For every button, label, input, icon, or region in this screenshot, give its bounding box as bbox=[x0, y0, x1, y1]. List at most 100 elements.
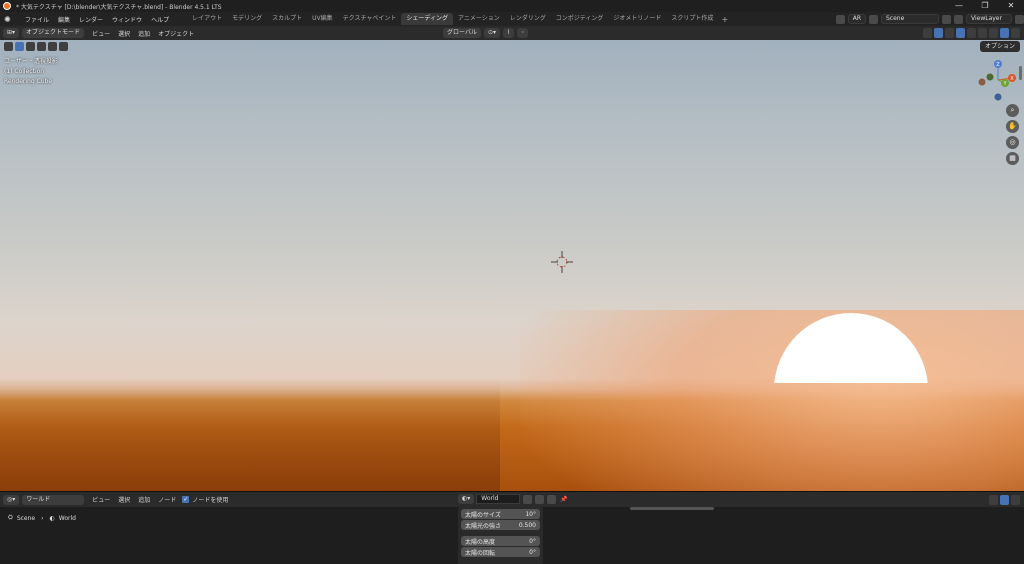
shader-editor-type-icon[interactable]: ◎▾ bbox=[3, 494, 20, 505]
viewport-menu-select[interactable]: 選択 bbox=[118, 29, 130, 38]
shader-type-selector[interactable]: ワールド bbox=[22, 494, 85, 505]
grid-icon[interactable]: ▦ bbox=[1006, 152, 1019, 165]
use-nodes-label: ノードを使用 bbox=[192, 497, 229, 504]
overlay-icon[interactable] bbox=[945, 28, 954, 38]
editor-type-icon[interactable]: ⊞▾ bbox=[3, 28, 20, 38]
viewport-menu-object[interactable]: オブジェクト bbox=[158, 29, 194, 38]
ar-selector[interactable]: AR bbox=[847, 14, 866, 24]
scene-field[interactable]: Scene bbox=[881, 14, 939, 24]
menu-edit[interactable]: 編集 bbox=[58, 15, 70, 24]
menu-help[interactable]: ヘルプ bbox=[151, 15, 169, 24]
duplicate-world-icon[interactable] bbox=[535, 494, 545, 504]
gizmo-neg-x[interactable] bbox=[978, 78, 986, 86]
rendered-shading-icon[interactable] bbox=[1000, 28, 1009, 38]
breadcrumb: ⛭ Scene › ◐ World bbox=[8, 514, 76, 522]
tab-scripting[interactable]: スクリプト作成 bbox=[666, 13, 718, 25]
ar-icon bbox=[835, 14, 845, 24]
unlink-world-icon[interactable] bbox=[547, 494, 557, 504]
tab-animation[interactable]: アニメーション bbox=[453, 13, 505, 25]
sun-rotation-field[interactable]: 太陽の回転 0° bbox=[461, 547, 540, 557]
shader-menu-view[interactable]: ビュー bbox=[92, 495, 110, 504]
gizmo-x-label: X bbox=[1010, 76, 1014, 82]
world-icon[interactable]: ◐▾ bbox=[458, 494, 475, 504]
menu-file[interactable]: ファイル bbox=[25, 15, 49, 24]
world-name-field[interactable]: World bbox=[476, 494, 521, 504]
active-object-name: Rendering Cube bbox=[4, 78, 53, 85]
tab-modeling[interactable]: モデリング bbox=[227, 13, 267, 25]
tab-geometry-nodes[interactable]: ジオメトリノード bbox=[608, 13, 666, 25]
viewport-menu-add[interactable]: 追加 bbox=[138, 29, 150, 38]
select-extend-icon[interactable] bbox=[26, 41, 35, 51]
pin-icon[interactable]: 📌 bbox=[560, 496, 567, 503]
material-shading-icon[interactable] bbox=[989, 28, 998, 38]
shader-menu-select[interactable]: 選択 bbox=[118, 495, 130, 504]
pivot-icon[interactable]: ⊙▾ bbox=[483, 28, 500, 38]
shader-menu-node[interactable]: ノード bbox=[158, 495, 176, 504]
snap-icon[interactable]: ⌇ bbox=[503, 28, 514, 38]
sun-intensity-field[interactable]: 太陽光の強さ 0.500 bbox=[461, 520, 540, 530]
gizmo-z-label: Z bbox=[996, 62, 1000, 68]
gizmo-toggle-icon[interactable] bbox=[934, 28, 943, 38]
select-intersect-icon[interactable] bbox=[59, 41, 68, 51]
select-invert-icon[interactable] bbox=[48, 41, 57, 51]
tab-compositing[interactable]: コンポジティング bbox=[551, 13, 609, 25]
sky-texture-node[interactable]: 太陽のサイズ 10° 太陽光の強さ 0.500 太陽の高度 0° 太陽の回転 0… bbox=[458, 507, 543, 564]
view-layer-field[interactable]: ViewLayer bbox=[966, 14, 1012, 24]
sun-size-field[interactable]: 太陽のサイズ 10° bbox=[461, 509, 540, 519]
blender-logo-icon bbox=[3, 2, 11, 10]
close-button[interactable]: ✕ bbox=[998, 0, 1024, 12]
sun-elevation-field[interactable]: 太陽の高度 0° bbox=[461, 536, 540, 546]
visibility-icon[interactable] bbox=[923, 28, 932, 38]
proportional-edit-icon[interactable]: ◦ bbox=[516, 28, 529, 38]
tab-sculpting[interactable]: スカルプト bbox=[267, 13, 307, 25]
select-subtract-icon[interactable] bbox=[37, 41, 46, 51]
window-title: * 大気テクスチャ [D:\blender\大気テクスチャ.blend] - B… bbox=[16, 3, 222, 11]
options-dropdown[interactable]: オプション bbox=[979, 41, 1020, 52]
xray-icon[interactable] bbox=[956, 28, 965, 38]
mode-selector[interactable]: オブジェクトモード bbox=[22, 28, 85, 38]
sun-rotation-value: 0° bbox=[529, 548, 536, 556]
workspace-tabs: レイアウト モデリング スカルプト UV編集 テクスチャペイント シェーディング… bbox=[187, 13, 731, 25]
viewport-tools bbox=[4, 40, 70, 52]
gizmo-neg-z[interactable] bbox=[994, 93, 1002, 101]
new-view-layer-icon[interactable] bbox=[1015, 14, 1024, 24]
hand-icon[interactable]: ✋ bbox=[1006, 120, 1019, 133]
transform-orientation[interactable]: グローバル bbox=[443, 28, 481, 38]
navigation-gizmo[interactable]: Z X Y bbox=[976, 58, 1020, 102]
panel-resize-handle[interactable] bbox=[630, 507, 714, 510]
shader-menu-add[interactable]: 追加 bbox=[138, 495, 150, 504]
blender-menu-icon[interactable]: ✺ bbox=[4, 15, 16, 24]
tab-layout[interactable]: レイアウト bbox=[187, 13, 227, 25]
tab-texture-paint[interactable]: テクスチャペイント bbox=[338, 13, 402, 25]
menu-render[interactable]: レンダー bbox=[79, 15, 103, 24]
menu-window[interactable]: ウィンドウ bbox=[112, 15, 142, 24]
fake-user-icon[interactable] bbox=[523, 494, 533, 504]
maximize-button[interactable]: ❐ bbox=[972, 0, 998, 12]
new-scene-icon[interactable] bbox=[942, 14, 951, 24]
viewport-scrollbar[interactable] bbox=[1019, 66, 1022, 80]
3d-viewport[interactable]: ユーザー・透視投影 (1) Collection Rendering Cube … bbox=[0, 40, 1024, 491]
add-workspace-button[interactable]: + bbox=[718, 15, 731, 24]
shader-snap-icon[interactable] bbox=[989, 495, 998, 505]
sun-intensity-label: 太陽光の強さ bbox=[465, 522, 502, 530]
camera-icon[interactable]: ◎ bbox=[1006, 136, 1019, 149]
tab-uv-editing[interactable]: UV編集 bbox=[307, 13, 338, 25]
viewport-info: ユーザー・透視投影 (1) Collection Rendering Cube bbox=[4, 57, 58, 87]
shader-overlay-icon[interactable] bbox=[1000, 495, 1009, 505]
cursor-tool-icon[interactable] bbox=[4, 41, 13, 51]
wireframe-shading-icon[interactable] bbox=[967, 28, 976, 38]
use-nodes-checkbox[interactable]: ✓ bbox=[182, 496, 190, 503]
viewport-menu-view[interactable]: ビュー bbox=[92, 29, 110, 38]
tab-rendering[interactable]: レンダリング bbox=[505, 13, 551, 25]
tab-shading[interactable]: シェーディング bbox=[401, 13, 453, 25]
shading-options-icon[interactable] bbox=[1011, 28, 1020, 38]
gizmo-neg-y[interactable] bbox=[986, 73, 994, 81]
zoom-icon[interactable]: ⌕ bbox=[1006, 104, 1019, 117]
scene-icon: ⛭ bbox=[8, 514, 13, 521]
select-box-icon[interactable] bbox=[15, 41, 24, 51]
minimize-button[interactable]: — bbox=[946, 0, 972, 12]
shader-overlay-options-icon[interactable] bbox=[1011, 495, 1020, 505]
solid-shading-icon[interactable] bbox=[978, 28, 987, 38]
sun-size-label: 太陽のサイズ bbox=[465, 511, 501, 519]
3d-cursor-icon bbox=[551, 251, 573, 273]
